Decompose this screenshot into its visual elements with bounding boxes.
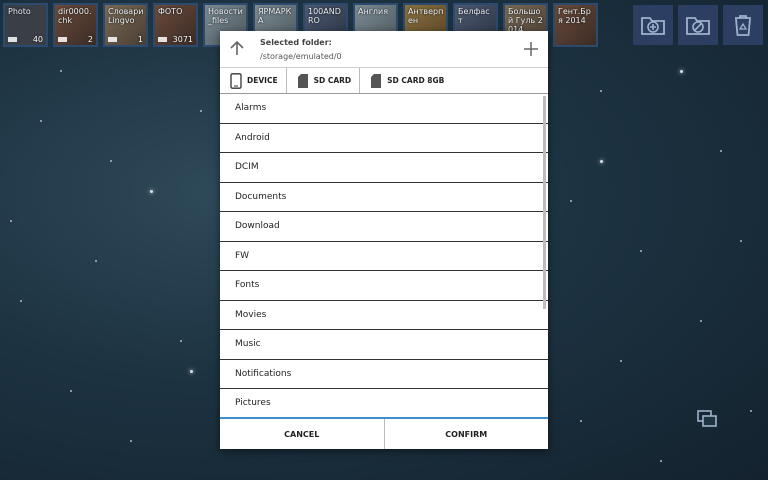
new-folder-plus-icon[interactable] <box>522 40 540 58</box>
folder-thumbnail[interactable]: Photo 40 <box>3 3 48 47</box>
folder-thumbnail-count: 2 <box>87 35 93 44</box>
folder-thumbnail-title: Большой Гуль 2014 <box>508 7 543 34</box>
folder-thumbnail-title: ФОТО <box>158 7 183 16</box>
folder-thumbnail-count: 40 <box>32 35 43 44</box>
folder-badge-icon <box>158 37 167 42</box>
exclude-folder-icon <box>686 17 710 35</box>
sd-card-icon <box>371 73 382 88</box>
folder-list-item[interactable]: DCIM <box>220 153 548 183</box>
recycle-bin-icon <box>735 15 751 36</box>
folder-picker-dialog: Selected folder: /storage/emulated/0 DEV… <box>220 31 548 449</box>
folder-badge-icon <box>8 37 17 42</box>
folder-thumbnail-title: dir0000.chk <box>58 7 92 25</box>
selected-folder-label: Selected folder: <box>260 38 332 47</box>
folder-list[interactable]: Alarms Android DCIM Documents Download FW Font… <box>220 94 548 417</box>
folder-thumbnail[interactable]: Гент.Бря 2014 <box>553 3 598 47</box>
folder-thumbnail-title: 100ANDRO <box>308 7 341 25</box>
folder-badge-icon <box>58 37 67 42</box>
selected-folder-path: /storage/emulated/0 <box>260 52 342 61</box>
sd-card-8gb-button[interactable]: SD CARD 8GB <box>360 68 452 93</box>
folder-badge-icon <box>108 37 117 42</box>
toolbar-actions <box>633 5 763 45</box>
recycle-bin-button[interactable] <box>723 5 763 45</box>
folder-list-item[interactable]: Download <box>220 212 548 242</box>
phone-icon <box>230 72 242 89</box>
folder-list-item[interactable]: Fonts <box>220 271 548 301</box>
windows-overlay-icon[interactable] <box>696 408 718 430</box>
cancel-button[interactable]: CANCEL <box>220 419 385 449</box>
scrollbar[interactable] <box>543 96 546 309</box>
add-folder-button[interactable] <box>633 5 673 45</box>
confirm-button[interactable]: CONFIRM <box>385 419 549 449</box>
folder-thumbnail[interactable]: dir0000.chk 2 <box>53 3 98 47</box>
folder-thumbnail-title: Белфаст <box>458 7 490 25</box>
device-storage-button[interactable]: DEVICE <box>220 68 287 93</box>
folder-thumbnail-title: Словари Lingvo <box>108 7 144 25</box>
folder-list-item[interactable]: Android <box>220 124 548 153</box>
folder-thumbnail[interactable]: Словари Lingvo 1 <box>103 3 148 47</box>
folder-thumbnail-title: Антверпен <box>408 7 444 25</box>
device-storage-label: DEVICE <box>247 76 278 85</box>
folder-thumbnail-title: ЯРМАРКА <box>258 7 292 25</box>
folder-thumbnail-title: Англия <box>358 7 389 16</box>
dialog-footer: CANCEL CONFIRM <box>220 417 548 449</box>
sd-card-icon <box>297 73 308 88</box>
folder-list-item[interactable]: Music <box>220 330 548 360</box>
storage-selector: DEVICE SD CARD SD CARD 8GB <box>220 68 548 94</box>
folder-thumbnail-count: 3071 <box>172 35 193 44</box>
folder-list-item[interactable]: Alarms <box>220 94 548 124</box>
add-folder-icon <box>641 17 665 35</box>
folder-list-item[interactable]: Notifications <box>220 360 548 389</box>
folder-thumbnail-title: Photo <box>8 7 31 16</box>
sd-card-label: SD CARD <box>313 76 352 85</box>
folder-list-item[interactable]: Pictures <box>220 389 548 417</box>
folder-list-item[interactable]: Documents <box>220 183 548 212</box>
folder-thumbnail[interactable]: ФОТО 3071 <box>153 3 198 47</box>
sd-card-button[interactable]: SD CARD <box>287 68 361 93</box>
folder-thumbnail-title: Новости_files <box>208 7 243 25</box>
folder-thumbnail-title: Гент.Бря 2014 <box>558 7 591 25</box>
folder-list-item[interactable]: FW <box>220 242 548 271</box>
sd-card-8gb-label: SD CARD 8GB <box>387 76 445 85</box>
folder-thumbnail-count: 1 <box>137 35 143 44</box>
exclude-folder-button[interactable] <box>678 5 718 45</box>
up-arrow-icon[interactable] <box>228 39 246 57</box>
dialog-header: Selected folder: /storage/emulated/0 <box>220 31 548 68</box>
folder-list-item[interactable]: Movies <box>220 301 548 330</box>
